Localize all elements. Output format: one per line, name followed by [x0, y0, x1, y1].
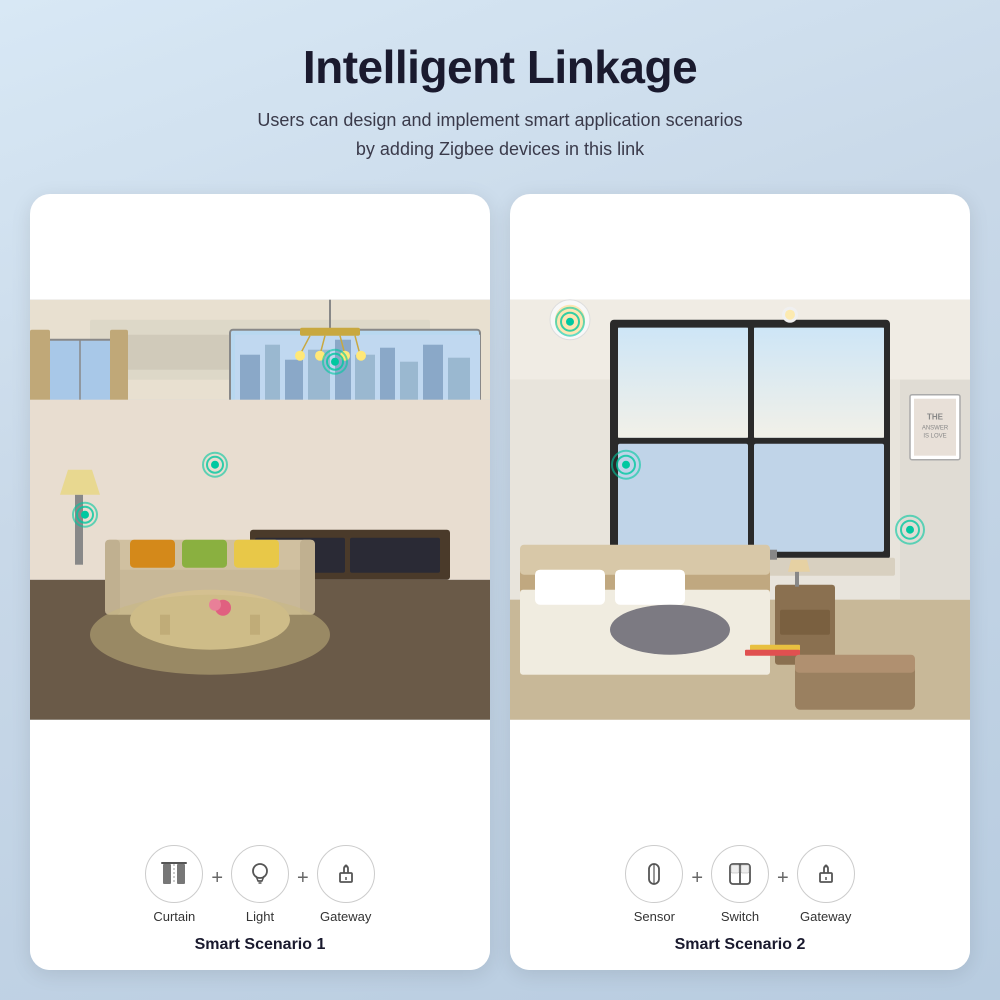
card-footer-1: Curtain + Light + — [30, 825, 490, 970]
gateway-label-2: Gateway — [800, 909, 851, 924]
svg-text:IS LOVE: IS LOVE — [923, 433, 946, 439]
card-image-1 — [30, 194, 490, 825]
scenario-card-2: THE ANSWER IS LOVE — [510, 194, 970, 970]
gateway-icon-circle-2 — [797, 845, 855, 903]
device-gateway-2: Gateway — [797, 845, 855, 924]
card-footer-2: Sensor + Switch + — [510, 825, 970, 970]
plus-1: + — [211, 867, 223, 890]
gateway-label-1: Gateway — [320, 909, 371, 924]
light-label: Light — [246, 909, 274, 924]
device-sensor: Sensor — [625, 845, 683, 924]
page-header: Intelligent Linkage Users can design and… — [257, 40, 742, 164]
device-light: Light — [231, 845, 289, 924]
device-switch: Switch — [711, 845, 769, 924]
curtain-label: Curtain — [153, 909, 195, 924]
page-title: Intelligent Linkage — [257, 40, 742, 94]
gateway-icon-circle-1 — [317, 845, 375, 903]
device-curtain: Curtain — [145, 845, 203, 924]
plus-3: + — [691, 867, 703, 890]
svg-text:THE: THE — [927, 412, 944, 421]
svg-text:ANSWER: ANSWER — [922, 425, 949, 431]
sensor-label: Sensor — [634, 909, 675, 924]
sensor-icon-circle — [625, 845, 683, 903]
page-subtitle: Users can design and implement smart app… — [257, 106, 742, 164]
device-row-2: Sensor + Switch + — [526, 845, 954, 924]
plus-4: + — [777, 867, 789, 890]
curtain-icon-circle — [145, 845, 203, 903]
switch-icon-circle — [711, 845, 769, 903]
switch-label: Switch — [721, 909, 759, 924]
plus-2: + — [297, 867, 309, 890]
scenario-card-1: Curtain + Light + — [30, 194, 490, 970]
device-gateway-1: Gateway — [317, 845, 375, 924]
scenario-title-1: Smart Scenario 1 — [46, 936, 474, 954]
light-icon-circle — [231, 845, 289, 903]
card-image-2: THE ANSWER IS LOVE — [510, 194, 970, 825]
scenario-title-2: Smart Scenario 2 — [526, 936, 954, 954]
cards-container: Curtain + Light + — [30, 194, 970, 970]
device-row-1: Curtain + Light + — [46, 845, 474, 924]
